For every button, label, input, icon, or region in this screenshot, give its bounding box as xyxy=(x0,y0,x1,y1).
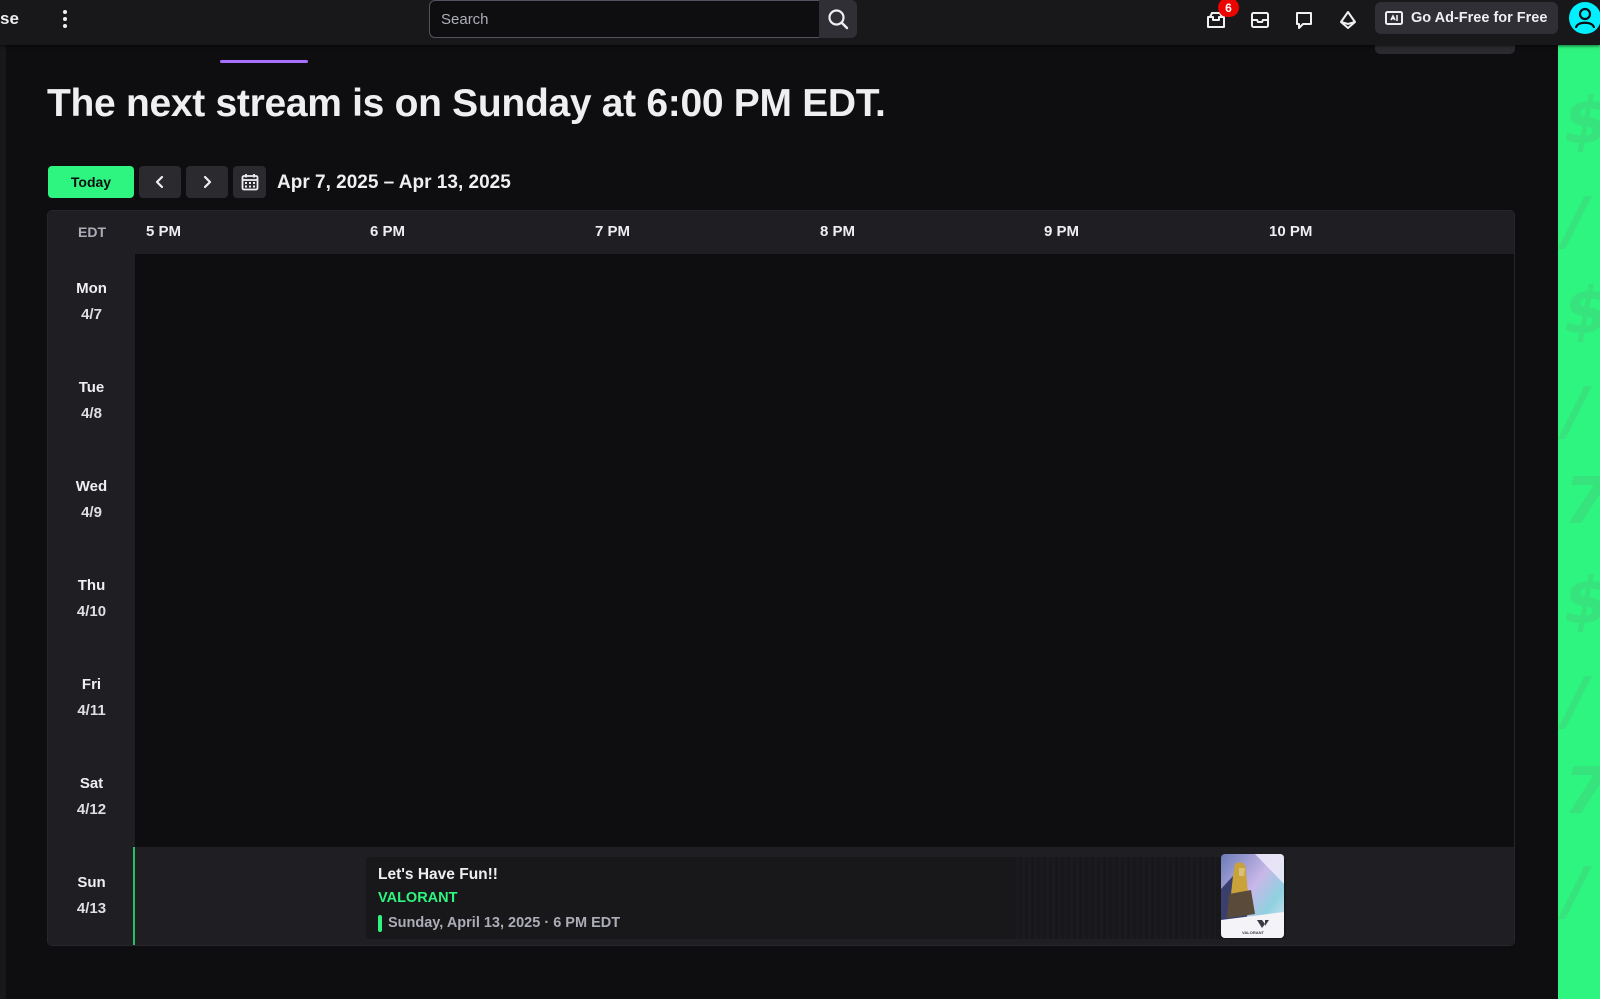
top-nav-bar: se 6 Go Ad-Free for Free xyxy=(0,0,1600,45)
search-icon xyxy=(828,9,849,30)
day-name: Tue xyxy=(78,379,105,396)
day-date: 4/10 xyxy=(76,603,107,620)
calendar-icon xyxy=(241,174,258,191)
hour-label: 6 PM xyxy=(370,223,406,240)
day-label-tue: Tue 4/8 xyxy=(48,379,135,422)
chat-bubble-icon xyxy=(1296,12,1312,29)
event-fade xyxy=(1016,857,1216,939)
day-date: 4/11 xyxy=(77,702,106,719)
ad-free-icon xyxy=(1385,11,1403,25)
browse-link[interactable]: se xyxy=(0,9,19,29)
day-label-thu: Thu 4/10 xyxy=(48,577,135,620)
day-date: 4/12 xyxy=(76,801,107,818)
active-tab-indicator xyxy=(220,60,308,63)
day-label-fri: Fri 4/11 xyxy=(48,676,135,719)
today-indicator xyxy=(133,847,135,945)
channel-banner-edge: $/$/7$/7/ xyxy=(1558,45,1600,999)
day-name: Mon xyxy=(76,280,107,297)
bits-button[interactable] xyxy=(1335,7,1361,33)
event-time-marker xyxy=(378,915,382,932)
hour-label: 7 PM xyxy=(595,223,631,240)
valorant-boxart-image: VALORANT xyxy=(1221,854,1284,938)
calendar-picker-button[interactable] xyxy=(233,166,266,198)
go-ad-free-button[interactable]: Go Ad-Free for Free xyxy=(1375,2,1558,34)
header-action-edge xyxy=(1375,45,1515,54)
day-label-wed: Wed 4/9 xyxy=(48,478,135,521)
day-name: Sun xyxy=(77,874,106,891)
next-week-button[interactable] xyxy=(186,166,228,198)
whispers-button[interactable] xyxy=(1291,7,1317,33)
more-options-icon[interactable] xyxy=(58,8,72,30)
bits-gem-icon xyxy=(1340,11,1356,29)
mail-icon xyxy=(1251,12,1269,28)
notification-count-badge: 6 xyxy=(1218,0,1239,17)
left-sidebar-edge xyxy=(0,45,6,999)
event-category-link[interactable]: VALORANT xyxy=(378,890,457,906)
search-button[interactable] xyxy=(819,0,857,38)
game-boxart-thumbnail[interactable]: VALORANT xyxy=(1221,854,1284,938)
grid-header: EDT 5 PM 6 PM 7 PM 8 PM 9 PM 10 PM xyxy=(48,211,1514,254)
event-title: Let's Have Fun!! xyxy=(378,866,498,883)
event-time: Sunday, April 13, 2025 · 6 PM EDT xyxy=(388,915,621,931)
schedule-event-card[interactable]: Let's Have Fun!! VALORANT Sunday, April … xyxy=(366,857,1286,939)
day-label-sat: Sat 4/12 xyxy=(48,775,135,818)
inbox-button[interactable] xyxy=(1247,7,1273,33)
schedule-grid: EDT 5 PM 6 PM 7 PM 8 PM 9 PM 10 PM Mon 4/… xyxy=(47,210,1515,946)
hour-label: 10 PM xyxy=(1269,223,1313,240)
search-bar xyxy=(429,0,857,38)
day-date: 4/13 xyxy=(76,900,107,917)
day-label-mon: Mon 4/7 xyxy=(48,280,135,323)
go-ad-free-label: Go Ad-Free for Free xyxy=(1411,10,1548,26)
boxart-label: VALORANT xyxy=(1242,930,1264,935)
user-icon xyxy=(1574,7,1596,29)
search-input[interactable] xyxy=(429,0,819,38)
day-date: 4/7 xyxy=(81,306,102,323)
hour-label: 9 PM xyxy=(1044,223,1080,240)
day-name: Thu xyxy=(77,577,106,594)
hour-label: 8 PM xyxy=(820,223,856,240)
day-name: Sat xyxy=(79,775,104,792)
chevron-right-icon xyxy=(203,175,212,189)
next-stream-headline: The next stream is on Sunday at 6:00 PM … xyxy=(47,82,886,125)
day-date: 4/9 xyxy=(81,504,102,521)
timezone-label: EDT xyxy=(78,224,106,240)
day-label-sun: Sun 4/13 xyxy=(48,874,135,917)
today-button[interactable]: Today xyxy=(48,166,134,198)
week-range-label: Apr 7, 2025 – Apr 13, 2025 xyxy=(277,172,511,193)
day-name: Wed xyxy=(75,478,108,495)
day-date: 4/8 xyxy=(81,405,102,422)
day-column: Mon 4/7 Tue 4/8 Wed 4/9 Thu 4/10 Fri 4/11 Sat… xyxy=(48,254,135,847)
day-name: Fri xyxy=(81,676,102,693)
chevron-left-icon xyxy=(155,175,164,189)
hour-label: 5 PM xyxy=(146,223,182,240)
previous-week-button[interactable] xyxy=(139,166,181,198)
user-avatar[interactable] xyxy=(1569,2,1600,34)
